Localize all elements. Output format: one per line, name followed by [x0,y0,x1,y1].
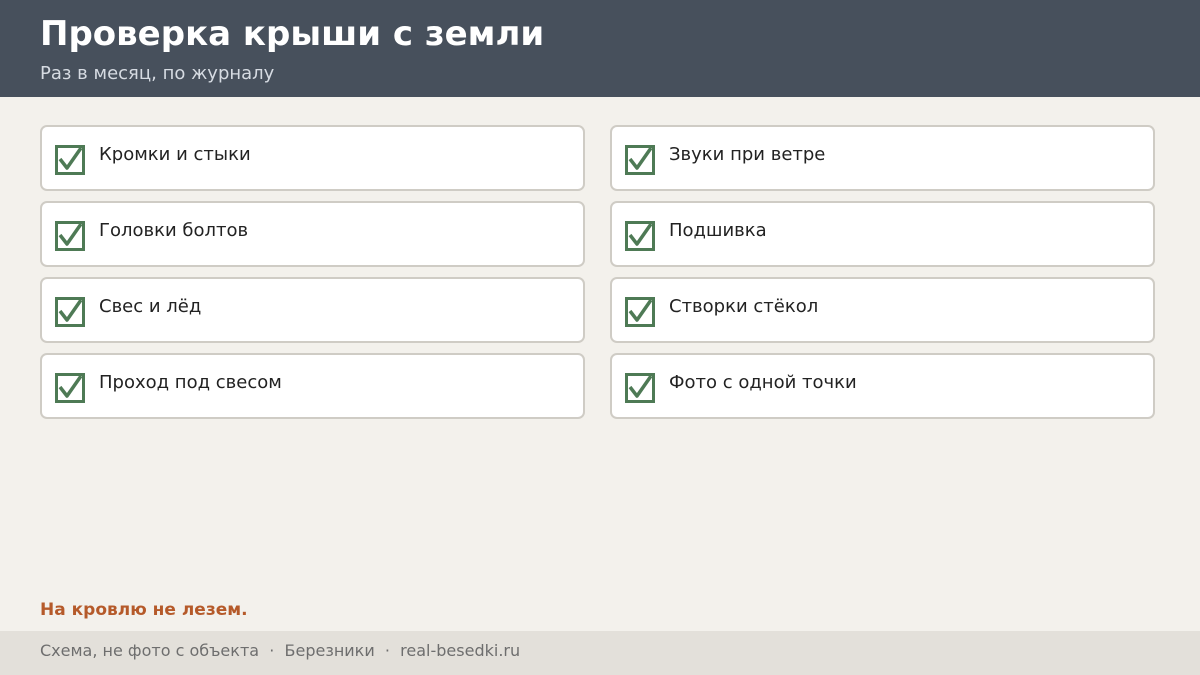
checklist-item: Проход под свесом [40,353,585,419]
checkbox-checked-icon [55,297,85,327]
checkbox-checked-icon [55,373,85,403]
checklist: Кромки и стыки Звуки при ветре Головки б… [40,125,1155,419]
page-title: Проверка крыши с земли [40,14,545,54]
checklist-item-label: Звуки при ветре [669,144,826,165]
checklist-item: Звуки при ветре [610,125,1155,191]
checklist-item: Свес и лёд [40,277,585,343]
checklist-item-label: Головки болтов [99,220,249,241]
checklist-item: Подшивка [610,201,1155,267]
checkbox-checked-icon [625,145,655,175]
page-subtitle: Раз в месяц, по журналу [40,63,275,84]
warning-note: На кровлю не лезем. [40,600,248,620]
checklist-item: Створки стёкол [610,277,1155,343]
checklist-item-label: Подшивка [669,220,767,241]
footer-caption: Схема, не фото с объекта · Березники · r… [40,641,521,660]
checklist-item-label: Створки стёкол [669,296,819,317]
checklist-item-label: Свес и лёд [99,296,202,317]
checklist-item: Головки болтов [40,201,585,267]
footer: Схема, не фото с объекта · Березники · r… [0,631,1200,675]
checklist-item: Кромки и стыки [40,125,585,191]
checkbox-checked-icon [55,221,85,251]
checklist-item: Фото с одной точки [610,353,1155,419]
checkbox-checked-icon [55,145,85,175]
checkbox-checked-icon [625,297,655,327]
checklist-item-label: Фото с одной точки [669,372,857,393]
checklist-item-label: Кромки и стыки [99,144,251,165]
checkbox-checked-icon [625,221,655,251]
header: Проверка крыши с земли Раз в месяц, по ж… [0,0,1200,97]
checklist-item-label: Проход под свесом [99,372,282,393]
checkbox-checked-icon [625,373,655,403]
